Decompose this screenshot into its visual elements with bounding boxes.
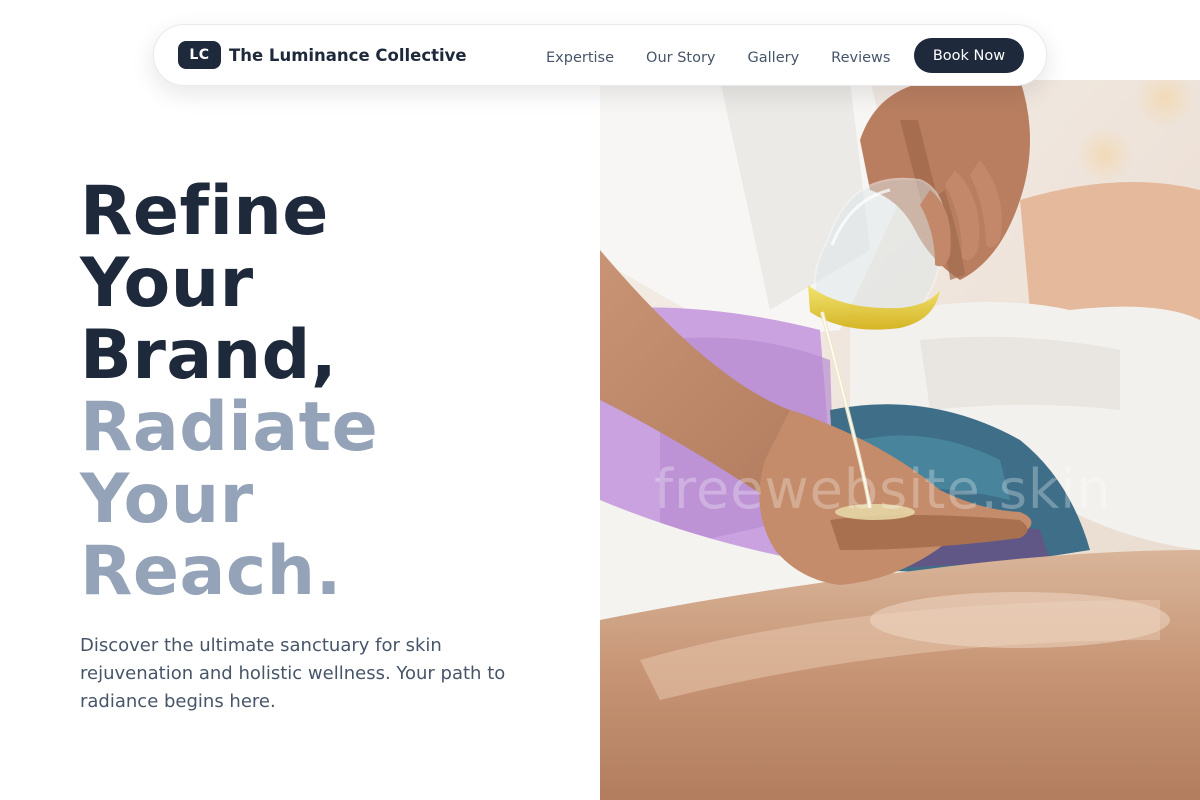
nav-link-reviews[interactable]: Reviews	[831, 50, 890, 66]
nav-link-our-story[interactable]: Our Story	[646, 50, 715, 66]
landing-page: freewebsite.skin LC The Luminance Collec…	[0, 0, 1200, 800]
brand-logo-link[interactable]: LC The Luminance Collective	[178, 41, 467, 69]
brand-logo-badge: LC	[178, 41, 221, 69]
hero-headline: Refine Your Brand, Radiate Your Reach.	[80, 176, 580, 608]
nav-item-reviews: Reviews	[831, 47, 890, 66]
headline-line: Refine	[80, 172, 329, 251]
book-now-button[interactable]: Book Now	[914, 38, 1024, 73]
brand-name: The Luminance Collective	[229, 45, 467, 65]
nav-link-expertise[interactable]: Expertise	[546, 50, 614, 66]
headline-line-muted: Radiate	[80, 388, 379, 467]
nav-link-gallery[interactable]: Gallery	[748, 50, 800, 66]
hero-image: freewebsite.skin	[600, 80, 1200, 800]
navbar: LC The Luminance Collective Expertise Ou…	[153, 24, 1047, 86]
headline-line-muted: Your	[80, 460, 254, 539]
nav-item-our-story: Our Story	[646, 47, 715, 66]
watermark-text: freewebsite.skin	[654, 458, 1112, 521]
hero-section: Refine Your Brand, Radiate Your Reach. D…	[80, 176, 580, 716]
massage-oil-illustration	[600, 80, 1200, 800]
hero-description: Discover the ultimate sanctuary for skin…	[80, 635, 506, 712]
nav-item-gallery: Gallery	[748, 47, 800, 66]
nav-item-expertise: Expertise	[546, 47, 614, 66]
nav-links: Expertise Our Story Gallery Reviews	[546, 25, 922, 87]
headline-line-muted: Reach.	[80, 532, 342, 611]
headline-line: Brand,	[80, 316, 338, 395]
headline-line: Your	[80, 244, 254, 323]
